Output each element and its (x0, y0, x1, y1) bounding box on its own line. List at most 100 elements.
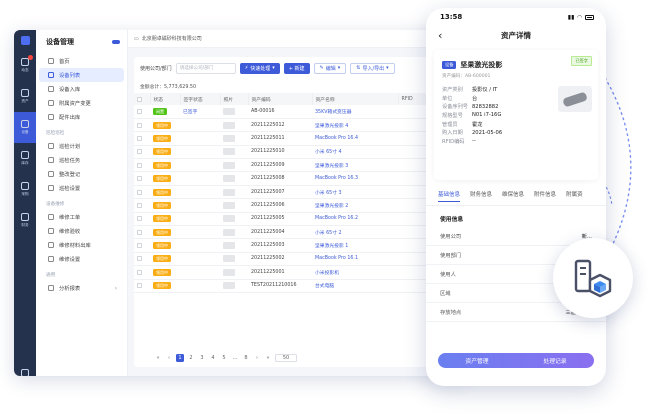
page-2[interactable]: 2 (187, 354, 195, 362)
sidebar-item[interactable]: 整改登记 (36, 167, 127, 181)
process-record-button[interactable]: 处理记录 (543, 356, 566, 365)
rail-bottom-item-0[interactable]: 设置 (14, 361, 36, 376)
import-export-button[interactable]: ⇅ 导入/导出 ▾ (350, 62, 395, 74)
row-checkbox[interactable] (137, 256, 142, 262)
sidebar-item[interactable]: 巡检计划 (36, 139, 127, 153)
sidebar-item[interactable]: 附属资产变更 (36, 96, 127, 110)
asset-thumbnail[interactable] (223, 134, 235, 142)
page-size-select[interactable]: 50 (275, 354, 297, 362)
table-row[interactable]: 领用中 20211225004 小米 65寸 2 (134, 225, 466, 240)
row-checkbox[interactable] (137, 189, 142, 195)
new-button[interactable]: + 新建 (283, 62, 310, 74)
asset-name-link[interactable]: 小米 65寸 3 (312, 185, 398, 200)
rail-item-5[interactable]: 财务 (14, 205, 36, 236)
tab-1[interactable]: 财务信息 (470, 190, 492, 205)
col-sign[interactable]: 签字状态 (180, 93, 221, 105)
table-row[interactable]: 领用中 20211225008 MacBook Pro 16.3 (134, 171, 466, 186)
table-row[interactable]: 领用中 20211225011 MacBook Pro 16.4 (134, 131, 466, 146)
row-checkbox[interactable] (137, 283, 142, 289)
sidebar-item[interactable]: 维修材料出库 (36, 238, 127, 252)
asset-manage-button[interactable]: 资产管理 (465, 356, 488, 365)
row-checkbox[interactable] (137, 162, 142, 168)
table-row[interactable]: 领用中 20211225005 MacBook Pro 16.2 (134, 212, 466, 227)
asset-name-link[interactable]: 小米 65寸 2 (312, 225, 398, 240)
asset-thumbnail[interactable] (223, 175, 235, 183)
tab-3[interactable]: 附件信息 (534, 190, 556, 205)
asset-thumbnail[interactable] (223, 228, 235, 236)
prev-page-icon[interactable]: ‹ (165, 354, 173, 362)
asset-thumbnail[interactable] (223, 148, 235, 156)
table-row[interactable]: 领用中 20211225001 小米投影机 (134, 265, 466, 280)
sidebar-item[interactable]: 维修设置 (36, 252, 127, 266)
table-row[interactable]: 领用中 20211225006 坚果激光投影 2 (134, 198, 466, 213)
row-checkbox[interactable] (137, 202, 142, 208)
org-select[interactable]: 请选择公司/部门 (175, 62, 236, 74)
org-breadcrumb[interactable]: ▭ 北京朋卓磁砂科技有限公司 (128, 30, 466, 48)
asset-name-link[interactable]: 坚果激光投影 2 (312, 198, 398, 213)
asset-thumbnail[interactable] (223, 242, 235, 250)
back-icon[interactable]: ‹ (438, 29, 442, 42)
page-1[interactable]: 1 (176, 354, 184, 362)
table-row[interactable]: 领用中 20211225009 坚果激光投影 3 (134, 158, 466, 173)
sidebar-item[interactable]: 首页 (36, 54, 127, 68)
asset-name-link[interactable]: MacBook Pro 16.4 (312, 131, 398, 146)
sidebar-item[interactable]: 配件出库 (36, 110, 127, 124)
asset-name-link[interactable]: 小米投影机 (312, 265, 398, 280)
sidebar-item[interactable]: 维修工单 (36, 210, 127, 224)
sidebar-item[interactable]: 设备入库 (36, 82, 127, 96)
quick-process-button[interactable]: ⚡ 快速处理 ▾ (239, 62, 280, 74)
rail-item-4[interactable]: 采购 (14, 174, 36, 205)
table-row[interactable]: 领用中 20211225010 小米 65寸 4 (134, 145, 466, 160)
asset-name-link[interactable]: MacBook Pro 16.1 (312, 252, 398, 267)
row-checkbox[interactable] (137, 269, 142, 275)
table-row[interactable]: 领用中 20211225012 坚果激光投影 4 (134, 118, 466, 133)
asset-name-link[interactable]: 坚果激光投影 3 (312, 158, 398, 173)
row-checkbox[interactable] (137, 149, 142, 155)
page-3[interactable]: 3 (198, 354, 206, 362)
table-row[interactable]: 闲置 已签字 AB-00016 35KV箱式变压器 (134, 105, 466, 119)
asset-thumbnail[interactable] (223, 215, 235, 223)
asset-thumbnail[interactable] (223, 121, 235, 129)
col-code[interactable]: 资产编码 (248, 93, 313, 105)
select-all-checkbox[interactable] (137, 96, 142, 102)
asset-thumbnail[interactable] (223, 107, 235, 115)
col-photo[interactable]: 照片 (220, 93, 249, 105)
asset-name-link[interactable]: MacBook Pro 16.2 (312, 212, 398, 227)
asset-thumbnail[interactable] (223, 255, 235, 263)
page-5[interactable]: 5 (220, 354, 228, 362)
asset-name-link[interactable]: 坚果激光投影 4 (312, 118, 398, 133)
table-row[interactable]: 领用中 20211225002 MacBook Pro 16.1 (134, 252, 466, 267)
asset-thumbnail[interactable] (223, 282, 235, 290)
row-checkbox[interactable] (137, 229, 142, 235)
asset-thumbnail[interactable] (223, 268, 235, 276)
first-page-icon[interactable]: « (154, 354, 162, 362)
row-checkbox[interactable] (137, 135, 142, 141)
asset-name-link[interactable]: MacBook Pro 16.3 (312, 171, 398, 186)
row-checkbox[interactable] (137, 176, 142, 182)
asset-name-link[interactable]: 坚果激光投影 1 (312, 238, 398, 253)
rail-item-2[interactable]: 设备 (14, 112, 36, 143)
asset-thumbnail[interactable] (223, 161, 235, 169)
asset-thumbnail[interactable] (223, 188, 235, 196)
rail-item-0[interactable]: 动态 (14, 50, 36, 81)
page-...[interactable]: ... (231, 354, 239, 362)
table-row[interactable]: 领用中 20211225007 小米 65寸 3 (134, 185, 466, 200)
sidebar-item[interactable]: 巡检设置 (36, 181, 127, 195)
sidebar-item[interactable]: 分析报表 › (36, 281, 127, 295)
asset-photo[interactable] (558, 86, 592, 112)
sidebar-item[interactable]: 维修验收 (36, 224, 127, 238)
asset-name-link[interactable]: 小米 65寸 4 (312, 145, 398, 160)
row-checkbox[interactable] (137, 216, 142, 222)
sidebar-item[interactable]: 设备列表 (39, 68, 124, 82)
col-name[interactable]: 资产名称 (312, 93, 399, 105)
sign-status[interactable]: 已签字 (183, 110, 197, 115)
tab-0[interactable]: 基础信息 (438, 190, 461, 202)
asset-name-link[interactable]: 35KV箱式变压器 (312, 105, 398, 119)
sidebar-item[interactable]: 巡检任务 (36, 153, 127, 167)
edit-button[interactable]: ✎ 编辑 ▾ (313, 62, 347, 74)
page-4[interactable]: 4 (209, 354, 217, 362)
tab-2[interactable]: 维保信息 (502, 190, 524, 205)
rail-item-1[interactable]: 资产 (14, 81, 36, 112)
col-status[interactable]: 状态 (150, 93, 181, 105)
next-page-icon[interactable]: › (253, 354, 261, 362)
